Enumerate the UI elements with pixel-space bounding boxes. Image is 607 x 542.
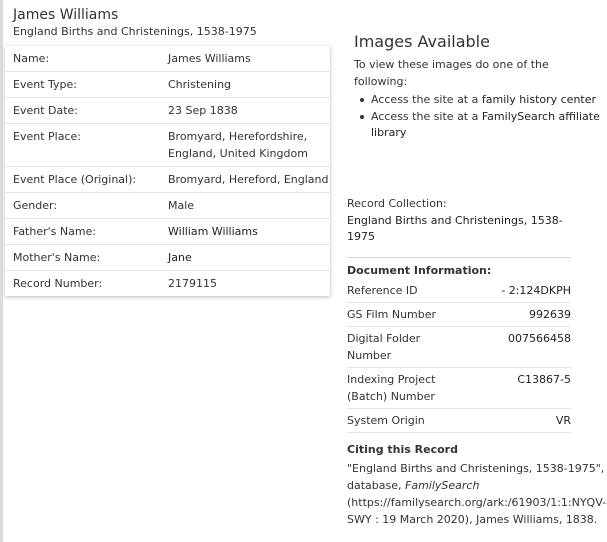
record-details-card: Name: James Williams Event Type: Christe… (5, 46, 330, 296)
row-value: Bromyard, Herefordshire, England, United… (168, 130, 308, 160)
doc-label: GS Film Number (347, 307, 437, 321)
left-border (0, 0, 3, 542)
option-prefix: Access the site at a (371, 109, 482, 123)
doc-row-indexing-project: Indexing Project (Batch) Number C13867-5 (347, 368, 571, 409)
person-name-heading: James Williams (13, 7, 119, 23)
row-label: Name: (13, 52, 50, 65)
father-name-link[interactable]: William Williams (168, 223, 330, 240)
record-row-father: Father's Name: William Williams (5, 219, 330, 245)
doc-row-reference-id: Reference ID - 2:124DKPH (347, 279, 571, 303)
record-row-event-type: Event Type: Christening (5, 72, 330, 98)
doc-label: Reference ID (347, 283, 418, 297)
row-value: 23 Sep 1838 (168, 104, 238, 117)
row-label: Mother's Name: (13, 251, 101, 264)
images-available-panel: Images Available To view these images do… (354, 32, 604, 142)
doc-label: Indexing Project (Batch) Number (347, 372, 436, 403)
record-row-name: Name: James Williams (5, 46, 330, 72)
doc-row-system-origin: System Origin VR (347, 409, 571, 433)
citation-text: "England Births and Christenings, 1538-1… (347, 460, 607, 528)
row-label: Event Place (Original): (13, 173, 137, 186)
doc-row-digital-folder: Digital Folder Number 007566458 (347, 327, 571, 368)
record-collection-label: Record Collection: (347, 197, 447, 210)
citation-italic: FamilySearch (405, 478, 480, 492)
images-instructions: To view these images do one of the follo… (354, 58, 549, 88)
row-value: Bromyard, Hereford, England (168, 173, 329, 186)
images-option-item: Access the site at a FamilySearch affili… (360, 109, 604, 142)
doc-value: - 2:124DKPH (501, 283, 571, 297)
row-label: Record Number: (13, 277, 103, 290)
record-row-gender: Gender: Male (5, 193, 330, 219)
document-information-heading: Document Information: (347, 256, 571, 279)
family-history-center-link[interactable]: family history center (482, 93, 596, 106)
images-available-title: Images Available (354, 32, 490, 51)
document-info-panel: Record Collection: England Births and Ch… (347, 196, 606, 528)
record-row-event-date: Event Date: 23 Sep 1838 (5, 98, 330, 124)
row-value: 2179115 (168, 277, 217, 290)
row-label: Gender: (13, 199, 58, 212)
doc-value: C13867-5 (517, 372, 571, 386)
doc-row-film-number: GS Film Number 992639 (347, 303, 571, 327)
film-number-link[interactable]: 992639 (529, 306, 571, 323)
record-row-event-place: Event Place: Bromyard, Herefordshire, En… (5, 124, 330, 167)
row-label: Event Date: (13, 104, 79, 117)
record-row-mother: Mother's Name: Jane (5, 245, 330, 271)
doc-label: System Origin (347, 413, 425, 427)
row-value: Male (168, 199, 195, 212)
citation-part: (https://familysearch.org/ark:/61903/1:1… (347, 495, 607, 526)
citing-record-heading: Citing this Record (347, 442, 458, 456)
record-row-record-number: Record Number: 2179115 (5, 271, 330, 296)
row-label: Event Place: (13, 130, 81, 143)
images-option-item: Access the site at a family history cent… (360, 92, 604, 109)
row-label: Event Type: (13, 78, 77, 91)
doc-value: VR (555, 413, 571, 427)
row-value: James Williams (168, 52, 251, 65)
record-collection-link[interactable]: England Births and Christenings, 1538-19… (347, 213, 571, 246)
row-label: Father's Name: (13, 225, 97, 238)
images-options-list: Access the site at a family history cent… (354, 92, 604, 142)
option-prefix: Access the site at a (371, 93, 482, 106)
row-value: Christening (168, 78, 232, 91)
mother-name-link[interactable]: Jane (168, 249, 330, 266)
doc-label: Digital Folder Number (347, 331, 421, 362)
record-row-event-place-original: Event Place (Original): Bromyard, Herefo… (5, 167, 330, 193)
collection-subtitle: England Births and Christenings, 1538-19… (13, 25, 257, 38)
doc-value: 007566458 (508, 331, 571, 345)
